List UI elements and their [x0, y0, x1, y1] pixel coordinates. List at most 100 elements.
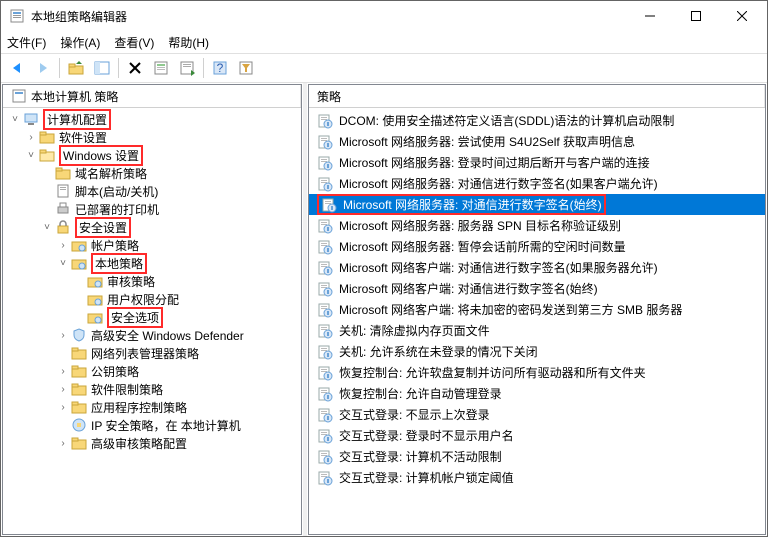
menu-help[interactable]: 帮助(H): [168, 34, 209, 51]
tree-node-audit[interactable]: 审核策略: [3, 272, 301, 290]
list-row[interactable]: Microsoft 网络服务器: 登录时间过期后断开与客户端的连接: [309, 152, 765, 173]
policy-item-icon: [317, 134, 333, 150]
tree-node-account[interactable]: › 帐户策略: [3, 236, 301, 254]
collapse-icon[interactable]: ˅: [39, 222, 55, 233]
tree-node-printers[interactable]: 已部署的打印机: [3, 200, 301, 218]
menu-view[interactable]: 查看(V): [114, 34, 154, 51]
list-row[interactable]: Microsoft 网络客户端: 将未加密的密码发送到第三方 SMB 服务器: [309, 299, 765, 320]
expand-icon[interactable]: ›: [23, 132, 39, 143]
menu-file[interactable]: 文件(F): [7, 34, 46, 51]
policy-item-icon: [317, 428, 333, 444]
folder-icon: [71, 399, 87, 415]
tree-node-computer-config[interactable]: ˅ 计算机配置: [3, 110, 301, 128]
menu-action[interactable]: 操作(A): [60, 34, 100, 51]
back-button[interactable]: [5, 56, 29, 80]
policy-item-icon: [317, 281, 333, 297]
collapse-icon[interactable]: ˅: [55, 258, 71, 269]
tree-node-netlist[interactable]: 网络列表管理器策略: [3, 344, 301, 362]
list-item-label: 关机: 允许系统在未登录的情况下关闭: [339, 343, 538, 360]
splitter[interactable]: [303, 83, 307, 536]
tree-node-advaudit[interactable]: › 高级审核策略配置: [3, 434, 301, 452]
policy-item-icon: [317, 386, 333, 402]
expand-icon[interactable]: ›: [55, 438, 71, 449]
list-row[interactable]: Microsoft 网络服务器: 服务器 SPN 目标名称验证级别: [309, 215, 765, 236]
tree-node-windows-settings[interactable]: ˅ Windows 设置: [3, 146, 301, 164]
list-row[interactable]: Microsoft 网络服务器: 尝试使用 S4U2Self 获取声明信息: [309, 131, 765, 152]
collapse-icon[interactable]: ˅: [7, 114, 23, 125]
tree-node-local[interactable]: ˅ 本地策略: [3, 254, 301, 272]
tree-node-ipsec[interactable]: IP 安全策略，在 本地计算机: [3, 416, 301, 434]
list-row[interactable]: 关机: 允许系统在未登录的情况下关闭: [309, 341, 765, 362]
list-item-label: Microsoft 网络客户端: 对通信进行数字签名(如果服务器允许): [339, 259, 658, 276]
list-row[interactable]: 关机: 清除虚拟内存页面文件: [309, 320, 765, 341]
expand-icon[interactable]: ›: [55, 384, 71, 395]
tree-node-pubkey[interactable]: › 公钥策略: [3, 362, 301, 380]
list-row[interactable]: 交互式登录: 计算机帐户锁定阈值: [309, 467, 765, 488]
folder-policy-icon: [87, 309, 103, 325]
list-row[interactable]: Microsoft 网络服务器: 对通信进行数字签名(始终): [309, 194, 765, 215]
computer-icon: [23, 111, 39, 127]
delete-button[interactable]: [123, 56, 147, 80]
policy-item-icon: [317, 323, 333, 339]
help-button[interactable]: ?: [208, 56, 232, 80]
tree-header-label[interactable]: 本地计算机 策略: [3, 85, 301, 107]
tree-node-security[interactable]: ˅ 安全设置: [3, 218, 301, 236]
list-header-col[interactable]: 策略: [309, 85, 765, 107]
close-button[interactable]: [719, 1, 765, 31]
svg-text:?: ?: [217, 61, 224, 75]
export-button[interactable]: [175, 56, 199, 80]
tree-node-swrestrict[interactable]: › 软件限制策略: [3, 380, 301, 398]
maximize-button[interactable]: [673, 1, 719, 31]
policy-item-icon: [317, 449, 333, 465]
policy-item-icon: [317, 176, 333, 192]
list-row[interactable]: 交互式登录: 不显示上次登录: [309, 404, 765, 425]
filter-button[interactable]: [234, 56, 258, 80]
list-row[interactable]: DCOM: 使用安全描述符定义语言(SDDL)语法的计算机启动限制: [309, 110, 765, 131]
tree-body[interactable]: ˅ 计算机配置 › 软件设置 ˅ Windows 设置 域名解析策略 脚本(启动…: [3, 108, 301, 534]
list-item-label: Microsoft 网络服务器: 对通信进行数字签名(始终): [343, 196, 602, 213]
expand-icon[interactable]: ›: [55, 240, 71, 251]
list-row[interactable]: Microsoft 网络客户端: 对通信进行数字签名(始终): [309, 278, 765, 299]
policy-item-icon: [317, 260, 333, 276]
collapse-icon[interactable]: ˅: [23, 150, 39, 161]
tree-node-appctrl[interactable]: › 应用程序控制策略: [3, 398, 301, 416]
list-row[interactable]: 交互式登录: 登录时不显示用户名: [309, 425, 765, 446]
minimize-button[interactable]: [627, 1, 673, 31]
list-item-label: 交互式登录: 计算机帐户锁定阈值: [339, 469, 514, 486]
list-body[interactable]: DCOM: 使用安全描述符定义语言(SDDL)语法的计算机启动限制Microso…: [309, 108, 765, 534]
tree-node-userrights[interactable]: 用户权限分配: [3, 290, 301, 308]
list-item-label: 交互式登录: 登录时不显示用户名: [339, 427, 514, 444]
separator: [203, 58, 204, 78]
expand-icon[interactable]: ›: [55, 330, 71, 341]
show-hide-tree-button[interactable]: [90, 56, 114, 80]
tree-node-dns[interactable]: 域名解析策略: [3, 164, 301, 182]
list-item-label: Microsoft 网络客户端: 对通信进行数字签名(始终): [339, 280, 598, 297]
policy-root-icon: [11, 88, 27, 104]
expand-icon[interactable]: ›: [55, 366, 71, 377]
tree-node-scripts[interactable]: 脚本(启动/关机): [3, 182, 301, 200]
policy-item-icon: [317, 239, 333, 255]
up-button[interactable]: [64, 56, 88, 80]
list-row[interactable]: 恢复控制台: 允许自动管理登录: [309, 383, 765, 404]
list-row[interactable]: Microsoft 网络客户端: 对通信进行数字签名(如果服务器允许): [309, 257, 765, 278]
list-item-label: Microsoft 网络服务器: 登录时间过期后断开与客户端的连接: [339, 154, 650, 171]
properties-button[interactable]: [149, 56, 173, 80]
folder-policy-icon: [71, 255, 87, 271]
tree-node-software[interactable]: › 软件设置: [3, 128, 301, 146]
separator: [59, 58, 60, 78]
list-row[interactable]: Microsoft 网络服务器: 暂停会话前所需的空闲时间数量: [309, 236, 765, 257]
list-item-label: 交互式登录: 计算机不活动限制: [339, 448, 502, 465]
menubar: 文件(F) 操作(A) 查看(V) 帮助(H): [1, 31, 767, 53]
folder-policy-icon: [71, 237, 87, 253]
forward-button[interactable]: [31, 56, 55, 80]
separator: [118, 58, 119, 78]
tree-node-defender[interactable]: › 高级安全 Windows Defender: [3, 326, 301, 344]
tree-node-secopts[interactable]: 安全选项: [3, 308, 301, 326]
list-row[interactable]: Microsoft 网络服务器: 对通信进行数字签名(如果客户端允许): [309, 173, 765, 194]
expand-icon[interactable]: ›: [55, 402, 71, 413]
list-item-label: Microsoft 网络服务器: 暂停会话前所需的空闲时间数量: [339, 238, 626, 255]
list-header: 策略: [309, 85, 765, 108]
tree-pane: 本地计算机 策略 ˅ 计算机配置 › 软件设置 ˅ Windows 设置: [2, 84, 302, 535]
list-row[interactable]: 恢复控制台: 允许软盘复制并访问所有驱动器和所有文件夹: [309, 362, 765, 383]
list-row[interactable]: 交互式登录: 计算机不活动限制: [309, 446, 765, 467]
